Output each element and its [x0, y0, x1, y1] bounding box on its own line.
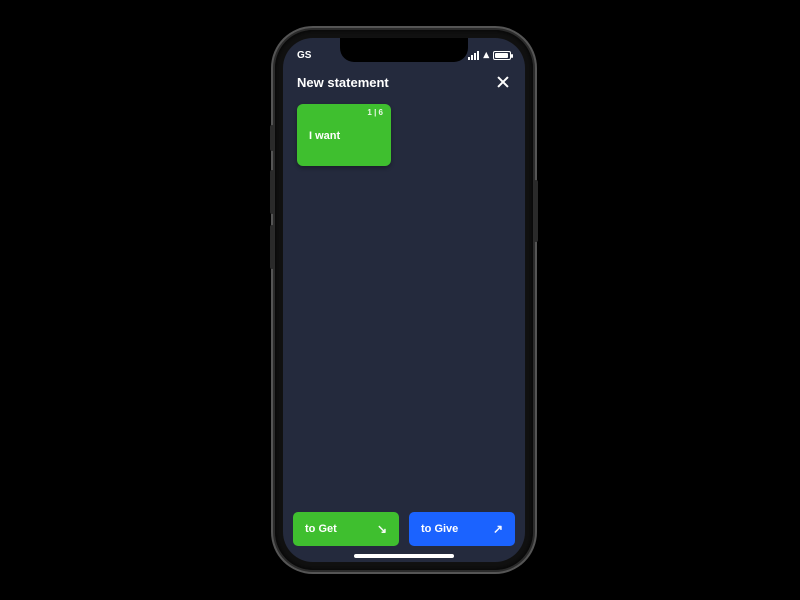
- statement-card[interactable]: 1 | 6 I want: [297, 104, 391, 166]
- screen: GS ▴ New statement 1 | 6 I want to Get ↘: [283, 38, 525, 562]
- wifi-icon: ▴: [483, 50, 489, 61]
- to-give-button[interactable]: to Give ↗: [409, 512, 515, 546]
- phone-frame: GS ▴ New statement 1 | 6 I want to Get ↘: [275, 30, 533, 570]
- mute-switch: [270, 125, 274, 151]
- notch: [340, 38, 468, 62]
- volume-up-button: [270, 170, 274, 214]
- signal-icon: [468, 51, 479, 60]
- page-header: New statement: [283, 74, 525, 90]
- close-icon[interactable]: [495, 74, 511, 90]
- to-give-label: to Give: [421, 523, 458, 535]
- carrier-label: GS: [297, 50, 311, 61]
- to-get-button[interactable]: to Get ↘: [293, 512, 399, 546]
- to-get-label: to Get: [305, 523, 337, 535]
- home-indicator[interactable]: [354, 554, 454, 558]
- power-button: [534, 180, 538, 242]
- status-right: ▴: [468, 50, 511, 61]
- arrow-down-right-icon: ↘: [377, 522, 387, 536]
- battery-icon: [493, 51, 511, 60]
- step-indicator: 1 | 6: [367, 108, 383, 117]
- footer-actions: to Get ↘ to Give ↗: [293, 512, 515, 546]
- card-text: I want: [309, 130, 340, 142]
- volume-down-button: [270, 225, 274, 269]
- page-title: New statement: [297, 75, 389, 90]
- arrow-up-right-icon: ↗: [493, 522, 503, 536]
- stage: GS ▴ New statement 1 | 6 I want to Get ↘: [0, 0, 800, 600]
